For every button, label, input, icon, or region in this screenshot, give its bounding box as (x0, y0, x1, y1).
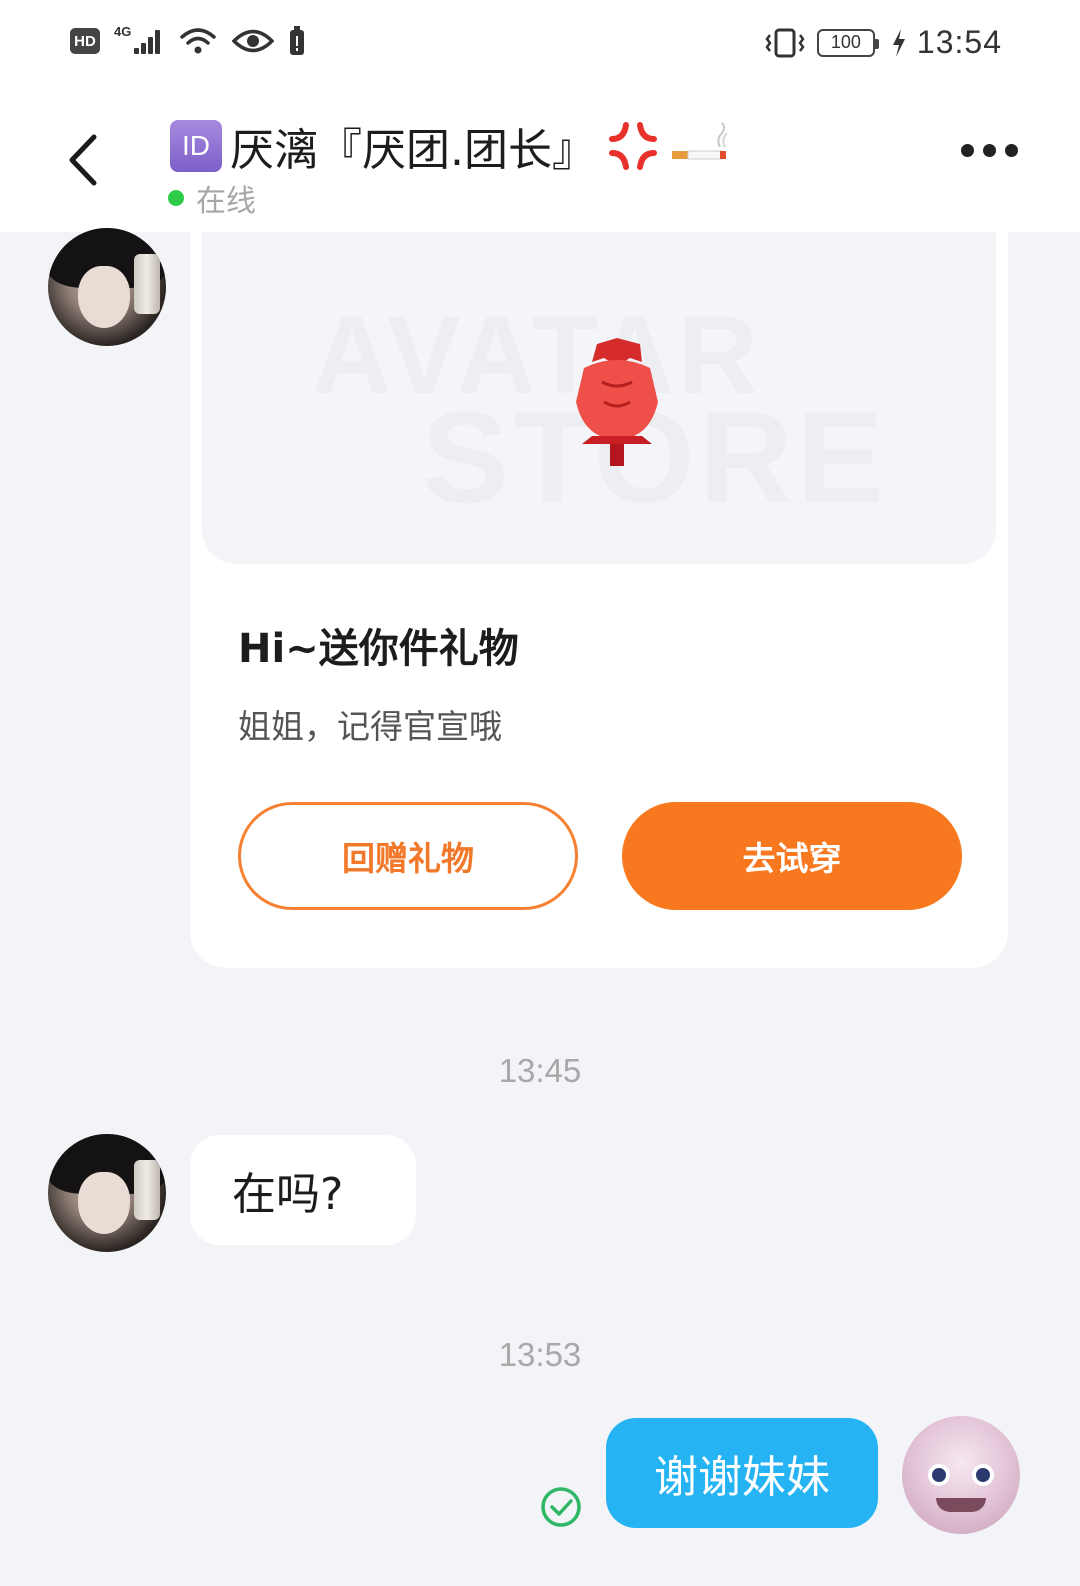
contact-avatar[interactable] (48, 228, 166, 346)
online-status: 在线 (168, 176, 256, 220)
message-timestamp: 13:45 (498, 1052, 582, 1089)
battery-level: 100 (830, 32, 861, 52)
gift-outfit-image (576, 338, 658, 466)
more-dot-icon (1005, 144, 1018, 157)
incoming-message-bubble[interactable]: 在吗? (190, 1135, 416, 1245)
battery-saver-icon (290, 26, 304, 55)
gift-message: 姐姐，记得官宣哦 (238, 707, 502, 746)
gift-card[interactable]: AVATAR STORE Hi~送你件礼物 姐姐，记得官宣哦 回赠礼物 去试穿 (190, 232, 1008, 968)
more-dot-icon (983, 144, 996, 157)
eye-icon (232, 29, 274, 53)
try-on-button[interactable]: 去试穿 (622, 802, 962, 910)
contact-title[interactable]: ID 厌漓『厌团.团长』 (170, 114, 730, 178)
message-timestamp: 13:53 (498, 1336, 582, 1373)
hd-icon: HD (70, 28, 100, 54)
status-bar: HD 4G 100 13:54 (0, 0, 1080, 100)
status-bar-left: HD 4G (70, 24, 306, 58)
vibrate-icon (765, 28, 805, 57)
outgoing-message-bubble[interactable]: 谢谢妹妹 (606, 1418, 878, 1528)
read-check-icon (541, 1487, 581, 1527)
charging-icon (892, 28, 905, 57)
contact-name: 厌漓『厌团.团长』 (230, 125, 596, 176)
online-status-label: 在线 (196, 184, 256, 219)
status-time: 13:54 (916, 24, 1002, 60)
my-avatar[interactable] (902, 1416, 1020, 1534)
online-dot-icon (168, 190, 184, 206)
network-type-label: 4G (114, 24, 132, 39)
chevron-left-icon (69, 134, 97, 186)
gift-banner: AVATAR STORE (202, 232, 996, 564)
contact-avatar[interactable] (48, 1134, 166, 1252)
wifi-icon (180, 28, 216, 54)
cellular-signal-icon: 4G (114, 24, 164, 58)
battery-icon: 100 (816, 28, 879, 57)
cigarette-icon (672, 122, 728, 160)
chat-header: ID 厌漓『厌团.团长』 在线 (0, 100, 1080, 232)
back-button[interactable] (58, 128, 108, 192)
id-badge-icon: ID (170, 120, 222, 172)
anger-symbol-icon (609, 122, 657, 170)
status-bar-right: 100 13:54 (763, 24, 1002, 61)
gift-title: Hi~送你件礼物 (238, 626, 519, 672)
return-gift-button[interactable]: 回赠礼物 (238, 802, 578, 910)
more-dot-icon (961, 144, 974, 157)
more-options-button[interactable] (961, 144, 1018, 157)
